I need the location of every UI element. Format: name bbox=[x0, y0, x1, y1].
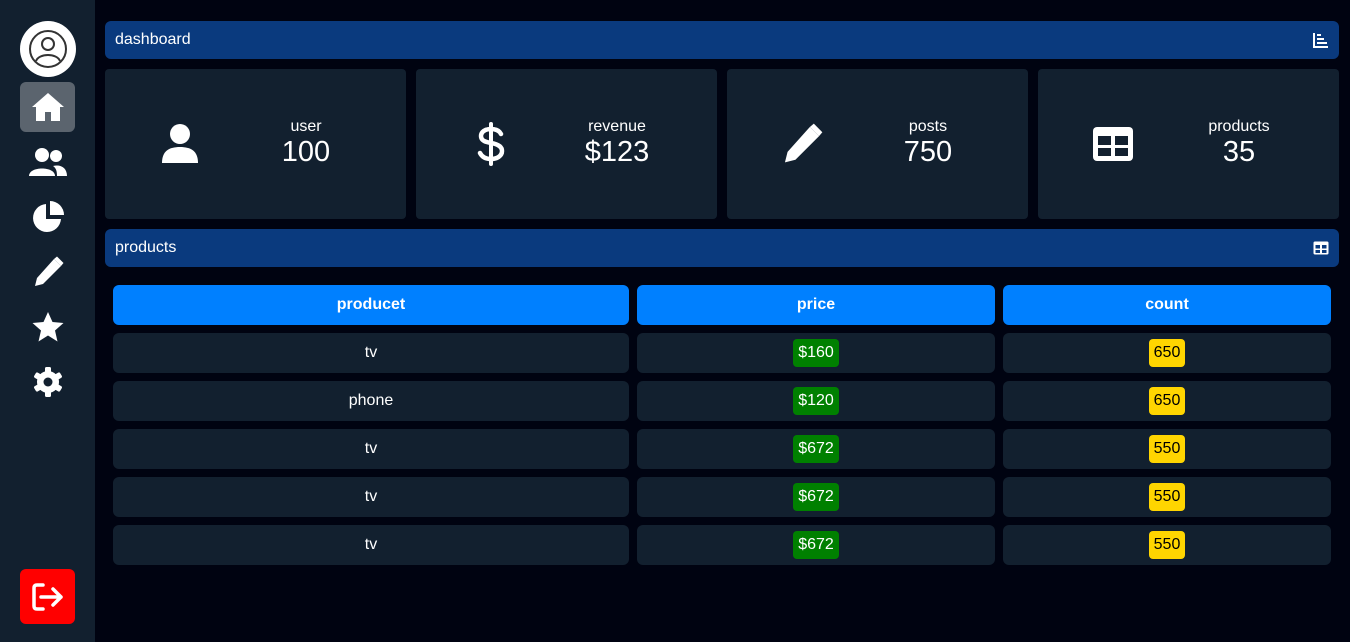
table-cell-price: $672 bbox=[637, 477, 995, 517]
sidebar-item-analytics[interactable] bbox=[20, 192, 75, 242]
count-badge: 650 bbox=[1148, 339, 1186, 367]
table-cell-product: tv bbox=[113, 525, 629, 565]
table-cell-price: $160 bbox=[637, 333, 995, 373]
sidebar-item-settings[interactable] bbox=[20, 357, 75, 407]
column-header-count[interactable]: count bbox=[1003, 285, 1331, 325]
home-icon bbox=[31, 93, 64, 121]
dashboard-header: dashboard bbox=[105, 21, 1339, 59]
table-cell-count: 550 bbox=[1003, 477, 1331, 517]
pencil-icon bbox=[34, 256, 63, 286]
table-cell-product: tv bbox=[113, 477, 629, 517]
table-icon bbox=[1313, 241, 1329, 255]
stat-label: user bbox=[290, 118, 322, 135]
pencil-icon bbox=[784, 123, 823, 163]
stat-value: 750 bbox=[903, 136, 953, 168]
column-header-price[interactable]: price bbox=[637, 285, 995, 325]
user-icon bbox=[162, 124, 198, 163]
table-cell-price: $672 bbox=[637, 429, 995, 469]
table-cell-price: $120 bbox=[637, 381, 995, 421]
stat-card-user: user 100 bbox=[105, 69, 406, 219]
table-cell-product: phone bbox=[113, 381, 629, 421]
count-badge: 650 bbox=[1148, 387, 1186, 415]
chart-icon bbox=[1313, 33, 1328, 48]
logout-icon bbox=[31, 582, 63, 611]
star-icon bbox=[32, 312, 63, 342]
price-badge: $160 bbox=[793, 339, 839, 367]
sidebar-item-favorites[interactable] bbox=[20, 302, 75, 352]
table-cell-product: tv bbox=[113, 429, 629, 469]
count-badge: 550 bbox=[1148, 435, 1186, 463]
price-badge: $120 bbox=[793, 387, 839, 415]
avatar[interactable] bbox=[20, 21, 76, 77]
table-cell-count: 650 bbox=[1003, 333, 1331, 373]
stat-card-revenue: revenue $123 bbox=[416, 69, 717, 219]
logout-button[interactable] bbox=[20, 569, 75, 624]
sidebar bbox=[0, 0, 95, 642]
sidebar-item-home[interactable] bbox=[20, 82, 75, 132]
table-cell-count: 550 bbox=[1003, 429, 1331, 469]
count-badge: 550 bbox=[1148, 483, 1186, 511]
users-icon bbox=[28, 148, 67, 176]
column-header-product[interactable]: producet bbox=[113, 285, 629, 325]
table-icon bbox=[1093, 127, 1133, 161]
sidebar-item-users[interactable] bbox=[20, 137, 75, 187]
gear-icon bbox=[33, 367, 62, 397]
table-cell-price: $672 bbox=[637, 525, 995, 565]
stat-card-posts: posts 750 bbox=[727, 69, 1028, 219]
stat-value: 100 bbox=[281, 136, 331, 168]
dollar-icon bbox=[477, 122, 505, 166]
stat-card-products: products 35 bbox=[1038, 69, 1339, 219]
chart-pie-icon bbox=[32, 201, 64, 232]
user-circle-icon bbox=[29, 30, 67, 68]
table-cell-count: 550 bbox=[1003, 525, 1331, 565]
products-title: products bbox=[115, 239, 177, 256]
price-badge: $672 bbox=[793, 483, 839, 511]
count-badge: 550 bbox=[1148, 531, 1186, 559]
products-header: products bbox=[105, 229, 1339, 267]
price-badge: $672 bbox=[793, 531, 839, 559]
table-cell-count: 650 bbox=[1003, 381, 1331, 421]
stat-value: $123 bbox=[584, 136, 650, 168]
stat-label: revenue bbox=[588, 118, 646, 135]
stat-value: 35 bbox=[1222, 136, 1256, 168]
stat-label: posts bbox=[908, 118, 948, 135]
sidebar-item-posts[interactable] bbox=[20, 247, 75, 297]
dashboard-title: dashboard bbox=[115, 31, 191, 48]
price-badge: $672 bbox=[793, 435, 839, 463]
stat-label: products bbox=[1208, 118, 1270, 135]
table-cell-product: tv bbox=[113, 333, 629, 373]
